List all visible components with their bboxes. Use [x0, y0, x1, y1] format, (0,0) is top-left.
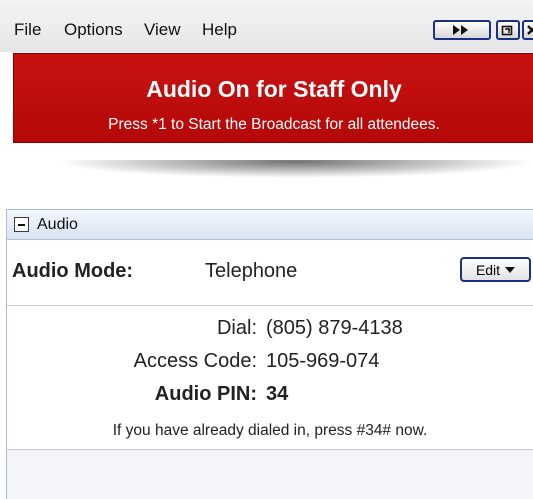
banner-title: Audio On for Staff Only: [146, 76, 402, 102]
audio-mode-label: Audio Mode:: [12, 260, 134, 282]
collapse-icon[interactable]: [14, 217, 29, 232]
divider: [7, 305, 533, 306]
panel-title: Audio: [37, 216, 78, 233]
edit-button[interactable]: Edit: [460, 257, 531, 282]
audio-mode-row: Audio Mode: Telephone Edit: [7, 240, 533, 305]
fast-forward-icon: [453, 25, 468, 35]
audio-panel-header[interactable]: Audio: [6, 209, 533, 240]
dial-in-note: If you have already dialed in, press #34…: [112, 422, 428, 439]
restore-button[interactable]: [496, 20, 520, 40]
chevron-down-icon: [505, 266, 516, 273]
access-code-label: Access Code:: [133, 350, 257, 372]
audio-pin-label: Audio PIN:: [154, 383, 257, 405]
menu-options[interactable]: Options: [64, 20, 123, 40]
broadcast-banner: Audio On for Staff Only Press *1 to Star…: [13, 53, 533, 143]
banner-subtitle: Press *1 to Start the Broadcast for all …: [108, 116, 440, 133]
audio-panel-body: Audio Mode: Telephone Edit Dial: (805) 8…: [6, 240, 533, 499]
audio-mode-value: Telephone: [205, 260, 298, 282]
close-button[interactable]: [522, 20, 533, 40]
dial-value: (805) 879-4138: [266, 317, 403, 339]
menu-bar: File Options View Help: [0, 0, 533, 52]
menu-file[interactable]: File: [14, 20, 41, 40]
panel-footer: [7, 450, 533, 499]
close-icon: [527, 25, 533, 35]
menu-help[interactable]: Help: [202, 20, 237, 40]
restore-icon: [501, 25, 513, 36]
menu-view[interactable]: View: [144, 20, 181, 40]
dial-label: Dial:: [216, 317, 257, 339]
access-code-value: 105-969-074: [266, 350, 380, 372]
fast-forward-button[interactable]: [433, 20, 491, 40]
edit-label: Edit: [475, 261, 501, 278]
audio-pin-value: 34: [266, 383, 289, 405]
banner-shadow: [55, 160, 533, 178]
